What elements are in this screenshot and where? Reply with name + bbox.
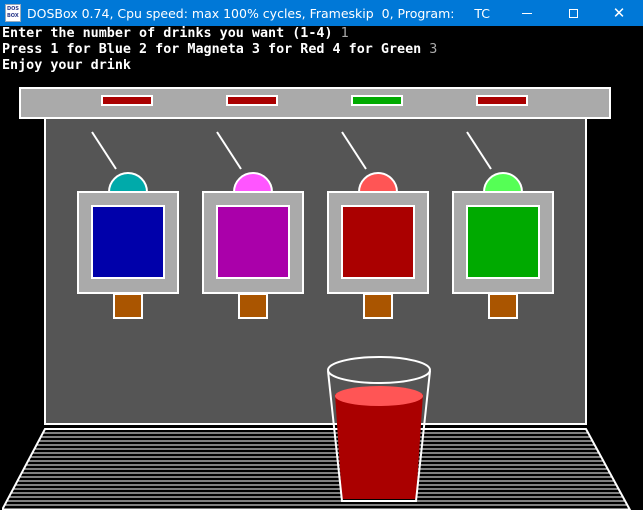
indicator-light-magenta: [226, 95, 278, 106]
dispenser-nozzle: [488, 293, 518, 319]
drink-panel-blue: [91, 205, 165, 279]
machine-floor: [2, 428, 632, 510]
maximize-icon: [568, 8, 578, 18]
dispenser-nozzle: [363, 293, 393, 319]
vending-machine-graphic: [2, 87, 632, 510]
minimize-button[interactable]: [504, 0, 550, 26]
drink-panel-red: [341, 205, 415, 279]
dispenser-nozzle: [113, 293, 143, 319]
window-title: DOSBox 0.74, Cpu speed: max 100% cycles,…: [27, 6, 490, 21]
drink-panel-green: [466, 205, 540, 279]
close-icon: ✕: [612, 4, 626, 22]
close-button[interactable]: ✕: [596, 0, 642, 26]
dispenser-nozzle: [238, 293, 268, 319]
indicator-light-blue: [101, 95, 153, 106]
title-bar[interactable]: DOSBox 0.74, Cpu speed: max 100% cycles,…: [0, 0, 643, 26]
drink-panel-magenta: [216, 205, 290, 279]
minimize-icon: [522, 12, 532, 14]
indicator-light-red: [351, 95, 403, 106]
dosbox-app-icon[interactable]: [5, 4, 21, 22]
glass-liquid-surface: [335, 386, 423, 406]
maximize-button[interactable]: [550, 0, 596, 26]
glass-liquid: [335, 394, 423, 499]
indicator-light-green: [476, 95, 528, 106]
dos-console[interactable]: Enter the number of drinks you want (1-4…: [2, 26, 642, 510]
